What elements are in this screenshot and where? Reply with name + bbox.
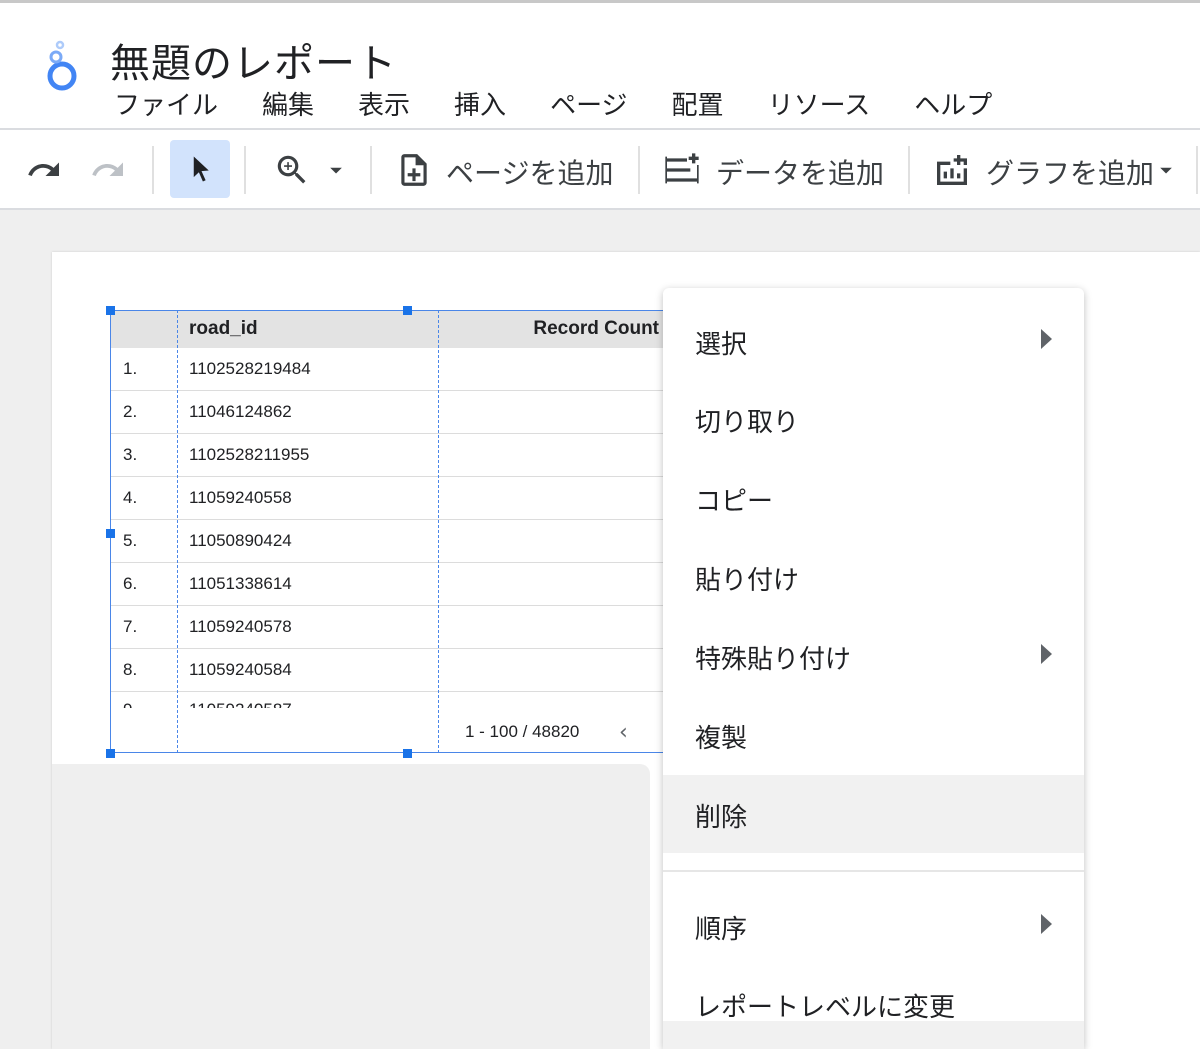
menu-page[interactable]: ページ <box>550 85 627 121</box>
toolbar-separator <box>152 146 154 194</box>
resize-handle-top-left[interactable] <box>106 306 115 315</box>
menu-item-delete[interactable]: 削除 <box>663 775 1084 853</box>
resize-handle-bottom[interactable] <box>403 749 412 758</box>
menu-item-label: コピー <box>695 487 774 517</box>
menu-item-label: 順序 <box>695 915 748 945</box>
app-header: 無題のレポート ファイル 編集 表示 挿入 ページ 配置 リソース ヘルプ <box>0 3 1200 128</box>
menu-edit[interactable]: 編集 <box>262 85 314 121</box>
toolbar-separator <box>370 146 372 194</box>
menu-item-cut[interactable]: 切り取り <box>663 380 1084 458</box>
menu-file[interactable]: ファイル <box>114 85 218 121</box>
zoom-dropdown-chevron-down-icon[interactable] <box>316 150 356 190</box>
submenu-arrow-icon <box>1041 914 1052 934</box>
toolbar-separator <box>1196 146 1198 194</box>
toolbar-separator <box>638 146 640 194</box>
add-page-icon[interactable] <box>394 150 434 190</box>
column-guide-dashed <box>438 310 439 753</box>
undo-icon[interactable] <box>24 150 64 190</box>
add-chart-chevron-down-icon[interactable] <box>1146 150 1186 190</box>
looker-studio-logo-icon[interactable] <box>40 39 84 95</box>
resize-handle-top[interactable] <box>403 306 412 315</box>
menu-item-label: 特殊貼り付け <box>695 645 852 675</box>
menu-item-label: 削除 <box>695 803 748 833</box>
add-chart-icon[interactable] <box>932 150 972 190</box>
menu-item-duplicate[interactable]: 複製 <box>663 696 1084 774</box>
menu-insert[interactable]: 挿入 <box>454 85 506 121</box>
context-menu: 選択 切り取り コピー 貼り付け 特殊貼り付け 複製 削除 順序 レポートレベル… <box>663 288 1084 1049</box>
add-page-button[interactable]: ページを追加 <box>446 152 613 192</box>
menu-arrange[interactable]: 配置 <box>672 85 724 121</box>
toolbar-separator <box>244 146 246 194</box>
column-guide-dashed <box>177 310 178 753</box>
menu-item-label: 貼り付け <box>695 566 800 596</box>
menu-help[interactable]: ヘルプ <box>914 85 992 121</box>
menu-item-label: 複製 <box>695 724 748 754</box>
menu-item-order[interactable]: 順序 <box>663 887 1084 965</box>
zoom-icon[interactable] <box>272 150 312 190</box>
add-data-button[interactable]: データを追加 <box>716 152 884 192</box>
redo-icon[interactable] <box>88 150 128 190</box>
toolbar-separator <box>908 146 910 194</box>
menu-item-select[interactable]: 選択 <box>663 302 1084 380</box>
submenu-arrow-icon <box>1041 329 1052 349</box>
submenu-arrow-icon <box>1041 644 1052 664</box>
menu-item-label: レポートレベルに変更 <box>695 993 956 1023</box>
add-data-icon[interactable] <box>662 150 702 190</box>
menu-item-label: 切り取り <box>695 408 800 438</box>
resize-handle-left[interactable] <box>106 529 115 538</box>
add-chart-button[interactable]: グラフを追加 <box>986 152 1154 192</box>
toolbar: ページを追加 データを追加 グラフを追加 <box>0 130 1200 208</box>
resize-handle-bottom-left[interactable] <box>106 749 115 758</box>
menu-item-paste[interactable]: 貼り付け <box>663 538 1084 616</box>
menu-item-label: 選択 <box>695 330 748 360</box>
menu-bar: ファイル 編集 表示 挿入 ページ 配置 リソース ヘルプ <box>114 85 1036 121</box>
select-tool-button[interactable] <box>170 140 230 198</box>
menu-resource[interactable]: リソース <box>768 85 871 121</box>
selection-frame <box>110 310 663 753</box>
cursor-arrow-icon <box>193 156 209 182</box>
menu-item-paste-special[interactable]: 特殊貼り付け <box>663 617 1084 695</box>
report-title[interactable]: 無題のレポート <box>110 31 397 89</box>
menu-divider <box>663 870 1084 872</box>
menu-view[interactable]: 表示 <box>358 85 410 121</box>
menu-item-hovered-partial[interactable] <box>663 1021 1084 1049</box>
canvas-empty-region <box>52 764 650 1049</box>
menu-item-copy[interactable]: コピー <box>663 459 1084 537</box>
